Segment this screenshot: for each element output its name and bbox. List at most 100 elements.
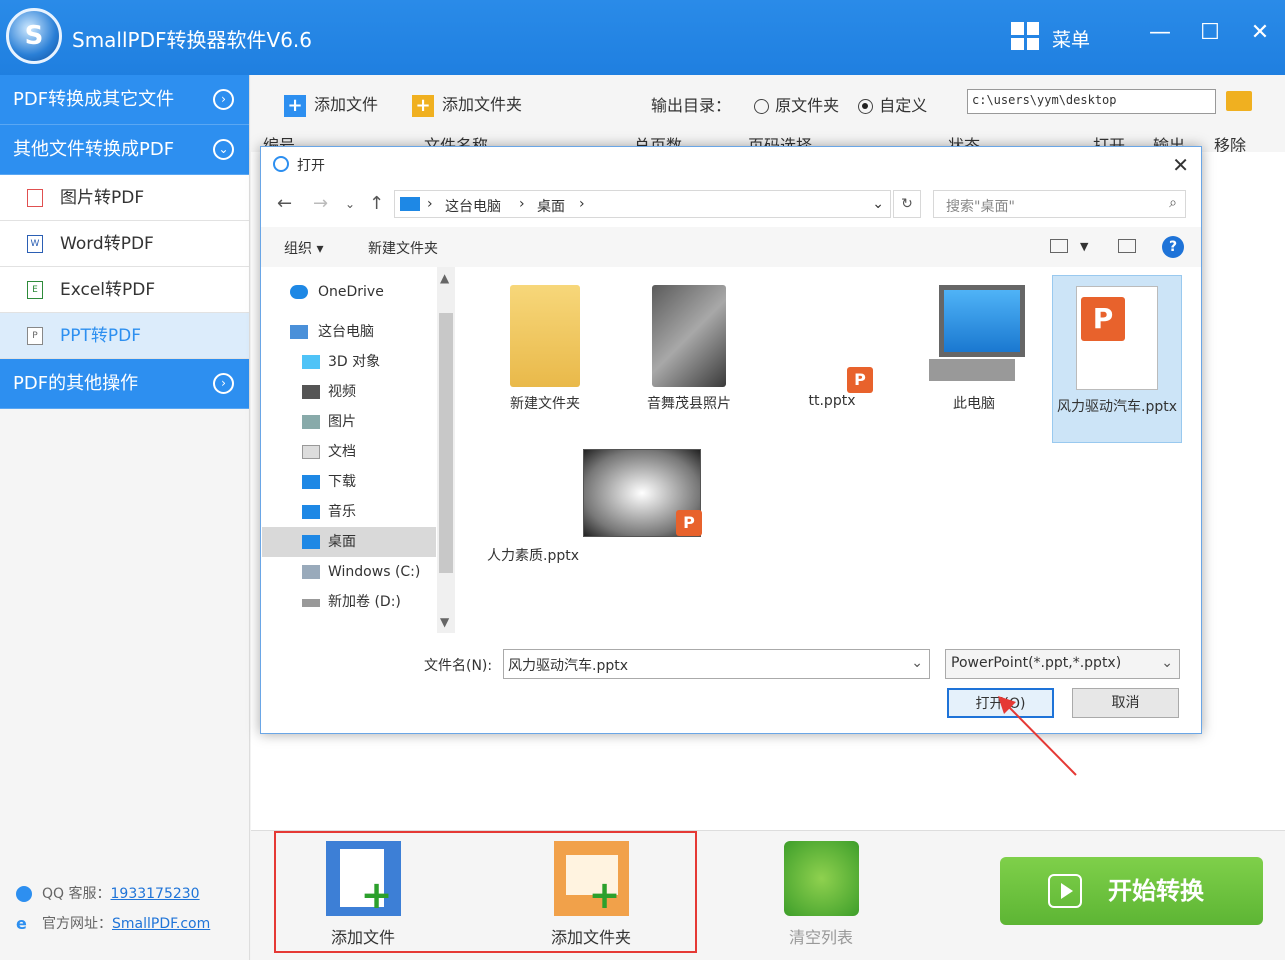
- start-convert-label: 开始转换: [1108, 877, 1204, 905]
- sidebar-category-other-to-pdf[interactable]: 其他文件转换成PDF ⌄: [0, 125, 249, 175]
- help-icon[interactable]: ?: [1162, 236, 1184, 258]
- tree-item-label: 音乐: [328, 504, 356, 520]
- tree-item-label: 视频: [328, 384, 356, 400]
- sidebar-item-word-to-pdf[interactable]: W Word转PDF: [0, 221, 249, 267]
- scroll-thumb[interactable]: [439, 313, 453, 573]
- title-bar: SmallPDF转换器软件V6.6 菜单 — ☐ ✕: [0, 0, 1285, 75]
- qq-link[interactable]: 1933175230: [111, 886, 200, 902]
- menu-grid-icon[interactable]: [1011, 22, 1039, 50]
- official-site: e 官方网址：SmallPDF.com: [16, 913, 210, 933]
- address-dropdown-icon[interactable]: ⌄: [872, 196, 884, 212]
- radio-label: 自定义: [879, 96, 928, 115]
- breadcrumb-sep: ›: [519, 196, 525, 212]
- tree-item-label: 下载: [328, 474, 356, 490]
- tree-item-this-pc[interactable]: 这台电脑: [262, 317, 436, 347]
- tree-item-music[interactable]: 音乐: [262, 497, 436, 527]
- file-item[interactable]: P tt.pptx: [767, 285, 897, 409]
- tree-item-onedrive[interactable]: OneDrive: [262, 277, 436, 307]
- filename-input[interactable]: 风力驱动汽车.pptx ⌄: [503, 649, 930, 679]
- sidebar-category-pdf-to-other[interactable]: PDF转换成其它文件 ›: [0, 75, 249, 125]
- radio-original-folder[interactable]: 原文件夹: [754, 96, 839, 115]
- tree-item-3d-objects[interactable]: 3D 对象: [262, 347, 436, 377]
- sidebar-item-image-to-pdf[interactable]: 图片转PDF: [0, 175, 249, 221]
- site-label: 官方网址：: [42, 916, 112, 932]
- file-item-selected[interactable]: P 风力驱动汽车.pptx: [1052, 275, 1182, 443]
- radio-custom-folder[interactable]: 自定义: [858, 96, 927, 115]
- tree-item-label: 文档: [328, 444, 356, 460]
- tree-item-label: 桌面: [328, 534, 356, 550]
- tree-item-documents[interactable]: 文档: [262, 437, 436, 467]
- back-arrow-icon[interactable]: ←: [277, 193, 292, 214]
- tree-item-label: OneDrive: [318, 284, 384, 300]
- app-logo-icon: [6, 8, 62, 64]
- organize-button[interactable]: 组织 ▾: [284, 238, 323, 258]
- toolbar: + 添加文件 + 添加文件夹 输出目录： 原文件夹 自定义 c:\users\yym…: [251, 75, 1285, 130]
- download-icon: [302, 475, 320, 489]
- chevron-down-icon[interactable]: ⌄: [911, 655, 923, 671]
- tree-item-videos[interactable]: 视频: [262, 377, 436, 407]
- preview-pane-icon[interactable]: [1118, 239, 1136, 253]
- file-item[interactable]: 此电脑: [909, 285, 1039, 413]
- tree-item-pictures[interactable]: 图片: [262, 407, 436, 437]
- scroll-down-icon[interactable]: ▼: [440, 615, 449, 629]
- minimize-icon[interactable]: —: [1145, 18, 1175, 48]
- view-options-icon[interactable]: [1050, 239, 1068, 253]
- file-type-select[interactable]: PowerPoint(*.ppt,*.pptx) ⌄: [945, 649, 1180, 679]
- forward-arrow-icon[interactable]: →: [313, 193, 328, 214]
- menu-button[interactable]: 菜单: [1052, 25, 1090, 52]
- search-placeholder: 搜索"桌面": [946, 199, 1015, 215]
- tree-item-label: 图片: [328, 414, 356, 430]
- browser-icon: e: [16, 914, 27, 933]
- slide-thumbnail: P: [583, 449, 702, 537]
- computer-icon: [290, 325, 308, 339]
- sidebar-item-label: 图片转PDF: [60, 188, 145, 208]
- computer-shortcut-icon: [929, 285, 1025, 387]
- file-item[interactable]: 音舞茂县照片: [624, 285, 754, 413]
- sidebar-item-ppt-to-pdf[interactable]: P PPT转PDF: [0, 313, 249, 359]
- sidebar-category-pdf-other-ops[interactable]: PDF的其他操作 ›: [0, 359, 249, 409]
- sidebar-item-label: PPT转PDF: [60, 326, 142, 346]
- breadcrumb-item[interactable]: 这台电脑: [445, 196, 501, 216]
- recent-dropdown-icon[interactable]: ⌄: [345, 197, 355, 211]
- tree-item-desktop[interactable]: 桌面: [262, 527, 436, 557]
- scroll-up-icon[interactable]: ▲: [440, 271, 449, 285]
- file-item[interactable]: P: [583, 449, 809, 543]
- word-file-icon: W: [27, 235, 43, 253]
- clear-list-button[interactable]: 清空列表: [781, 841, 861, 948]
- maximize-icon[interactable]: ☐: [1195, 18, 1225, 48]
- add-folder-button[interactable]: + 添加文件夹: [412, 91, 522, 117]
- output-path-input[interactable]: c:\users\yym\desktop: [967, 89, 1216, 114]
- bottom-add-file-button[interactable]: + 添加文件: [323, 841, 403, 948]
- sidebar-item-excel-to-pdf[interactable]: E Excel转PDF: [0, 267, 249, 313]
- address-bar[interactable]: › 这台电脑 › 桌面 › ⌄: [394, 190, 891, 218]
- document-icon: [302, 445, 320, 459]
- new-folder-button[interactable]: 新建文件夹: [368, 238, 438, 258]
- broom-icon: [783, 841, 859, 916]
- browse-folder-icon[interactable]: [1226, 91, 1252, 111]
- add-file-button[interactable]: + 添加文件: [284, 91, 378, 117]
- search-input[interactable]: 搜索"桌面" ⌕: [933, 190, 1186, 218]
- tree-scrollbar[interactable]: ▲ ▼: [437, 267, 455, 633]
- up-arrow-icon[interactable]: ↑: [369, 193, 384, 214]
- breadcrumb-item[interactable]: 桌面: [537, 196, 565, 216]
- file-item[interactable]: 新建文件夹: [480, 285, 610, 413]
- excel-file-icon: E: [27, 281, 43, 299]
- tree-item-downloads[interactable]: 下载: [262, 467, 436, 497]
- radio-icon: [754, 99, 770, 114]
- start-convert-button[interactable]: 开始转换: [1000, 857, 1263, 925]
- site-link[interactable]: SmallPDF.com: [112, 916, 210, 932]
- file-name: 新建文件夹: [510, 396, 580, 412]
- close-icon[interactable]: ✕: [1245, 18, 1275, 48]
- refresh-icon[interactable]: ↻: [893, 190, 921, 218]
- view-dropdown-icon[interactable]: ▼: [1080, 240, 1088, 253]
- bottom-add-folder-button[interactable]: + 添加文件夹: [546, 841, 636, 948]
- tree-item-drive-d[interactable]: 新加卷 (D:): [262, 587, 436, 617]
- file-name: 此电脑: [953, 396, 995, 412]
- file-item-label[interactable]: 人力素质.pptx: [487, 545, 811, 565]
- clear-list-label: 清空列表: [788, 928, 853, 947]
- dialog-close-icon[interactable]: ✕: [1172, 153, 1189, 177]
- pptx-file-icon: P: [1076, 286, 1158, 390]
- radio-label: 原文件夹: [775, 96, 840, 115]
- tree-item-drive-c[interactable]: Windows (C:): [262, 557, 436, 587]
- powerpoint-icon: P: [676, 510, 702, 536]
